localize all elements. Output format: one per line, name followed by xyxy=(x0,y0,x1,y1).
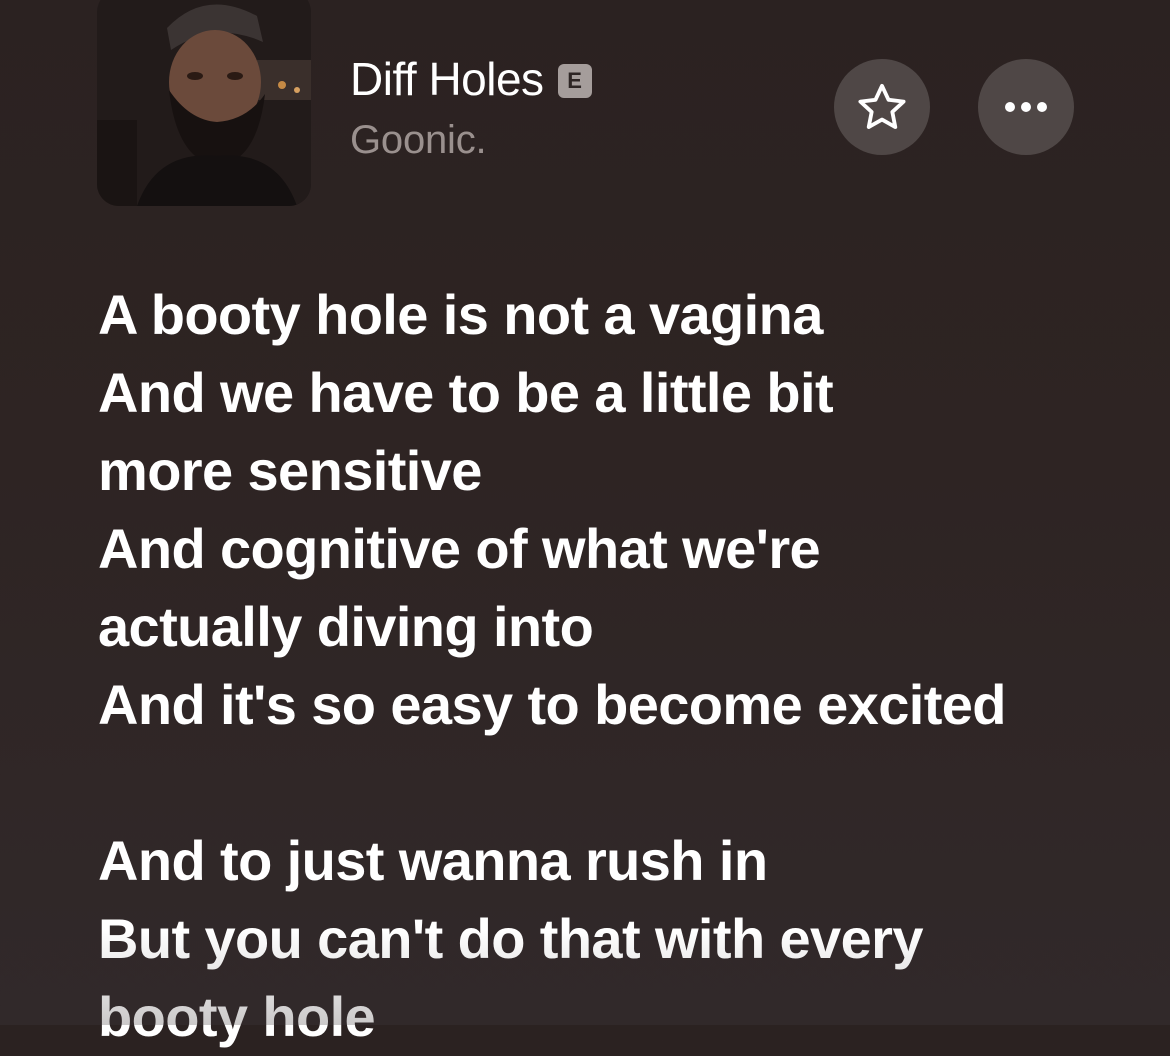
lyric-line[interactable]: booty hole xyxy=(98,978,1138,1056)
ellipsis-icon xyxy=(1005,102,1047,112)
lyric-line[interactable]: more sensitive xyxy=(98,432,1138,510)
now-playing-header: Diff Holes E Goonic. xyxy=(0,0,1170,220)
lyric-line[interactable]: And cognitive of what we're xyxy=(98,510,1138,588)
track-title[interactable]: Diff Holes xyxy=(350,56,544,102)
lyric-line[interactable]: A booty hole is not a vagina xyxy=(98,276,1138,354)
lyric-line[interactable]: actually diving into xyxy=(98,588,1138,666)
track-title-row: Diff Holes E xyxy=(350,56,592,102)
explicit-badge: E xyxy=(557,64,592,98)
lyrics-panel[interactable]: A booty hole is not a vagina And we have… xyxy=(98,276,1138,1056)
star-outline-icon xyxy=(858,83,906,129)
more-options-button[interactable] xyxy=(978,59,1074,155)
artwork-image xyxy=(97,0,311,206)
album-artwork[interactable] xyxy=(97,0,311,206)
lyric-line[interactable]: But you can't do that with every xyxy=(98,900,1138,978)
favorite-button[interactable] xyxy=(834,59,930,155)
artist-name[interactable]: Goonic. xyxy=(350,120,487,160)
lyric-line[interactable]: And we have to be a little bit xyxy=(98,354,1138,432)
lyric-line[interactable]: And it's so easy to become excited xyxy=(98,666,1138,744)
lyric-spacer xyxy=(98,744,1138,822)
lyric-line[interactable]: And to just wanna rush in xyxy=(98,822,1138,900)
